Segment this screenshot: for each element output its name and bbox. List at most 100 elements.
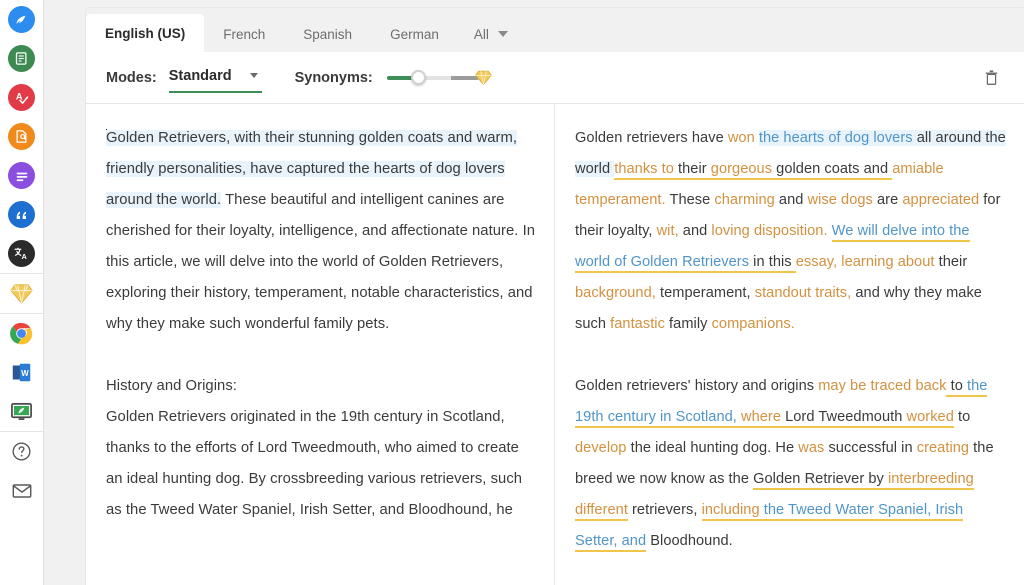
- out-syn-companions[interactable]: companions.: [712, 316, 795, 332]
- tab-english-us[interactable]: English (US): [86, 14, 205, 52]
- out-syn-learning-about[interactable]: learning about: [841, 254, 934, 270]
- mail-icon: [9, 478, 35, 504]
- out-seg: Lord Tweedmouth: [781, 409, 907, 428]
- out-syn-won[interactable]: won: [728, 130, 755, 146]
- translate-icon: A: [8, 240, 35, 267]
- help-icon: [9, 439, 35, 465]
- tab-spanish[interactable]: Spanish: [284, 16, 371, 52]
- out-seg: to: [953, 409, 971, 425]
- tab-all-languages-dropdown[interactable]: All: [458, 16, 522, 52]
- out-seg: their: [673, 161, 711, 180]
- sidebar-item-summarizer[interactable]: [0, 39, 44, 78]
- trash-icon: [985, 70, 997, 85]
- out-syn-including[interactable]: including: [701, 502, 760, 521]
- out-syn-worked[interactable]: worked: [906, 409, 954, 428]
- sidebar-item-premium[interactable]: [0, 274, 44, 313]
- summarizer-icon: [8, 45, 35, 72]
- sidebar-item-chrome-extension[interactable]: [0, 314, 44, 353]
- chevron-down-icon: [249, 73, 258, 78]
- out-syn-loving-disposition[interactable]: loving disposition.: [711, 223, 827, 239]
- out-syn-standout-traits[interactable]: standout traits,: [755, 285, 852, 301]
- out-syn-wit[interactable]: wit,: [657, 223, 679, 239]
- out-syn-background[interactable]: background,: [575, 285, 656, 301]
- out-syn-thanks-to[interactable]: thanks to: [614, 161, 674, 180]
- delete-text-button[interactable]: [976, 63, 1006, 93]
- plagiarism-doc-search-icon: [8, 123, 35, 150]
- out-seg: by: [864, 471, 888, 490]
- out-syn-develop[interactable]: develop: [575, 440, 626, 456]
- rail-footer-group: [0, 432, 43, 510]
- desktop-monitor-icon: [9, 399, 35, 425]
- out-phrase-hearts[interactable]: the hearts of dog lovers: [758, 130, 913, 146]
- ms-word-icon: W: [9, 360, 35, 386]
- premium-diamond-icon: [9, 281, 35, 307]
- out-syn-where[interactable]: where: [741, 409, 781, 428]
- tab-french[interactable]: French: [204, 16, 284, 52]
- sidebar-item-translator[interactable]: A: [0, 234, 44, 273]
- sidebar-item-co-writer[interactable]: [0, 156, 44, 195]
- output-text-pane[interactable]: Golden retrievers have won the hearts of…: [555, 104, 1024, 585]
- out-seg: to: [946, 378, 967, 397]
- input-paragraph-2: Golden Retrievers originated in the 19th…: [106, 409, 523, 518]
- co-writer-lines-icon: [8, 162, 35, 189]
- rail-apps-group: W: [0, 314, 43, 431]
- slider-handle[interactable]: [410, 69, 426, 85]
- out-seg: temperament,: [655, 285, 755, 301]
- left-tool-rail: A A W: [0, 0, 44, 585]
- out-seg: successful in: [824, 440, 917, 456]
- sidebar-item-ms-word-addin[interactable]: W: [0, 353, 44, 392]
- svg-text:W: W: [21, 369, 29, 378]
- modes-label: Modes:: [106, 69, 157, 86]
- input-paragraph-1: Golden Retrievers, with their stunning g…: [106, 123, 536, 340]
- language-tabstrip: English (US) French Spanish German All: [86, 8, 1024, 52]
- mode-selected-value: Standard: [168, 67, 232, 84]
- input-paragraph-1-rest: These beautiful and intelligent canines …: [106, 192, 536, 332]
- tab-german[interactable]: German: [371, 16, 458, 52]
- output-paragraph-1: Golden retrievers have won the hearts of…: [575, 123, 1006, 340]
- premium-diamond-icon: [474, 69, 492, 86]
- out-syn-appreciated[interactable]: appreciated: [902, 192, 979, 208]
- sidebar-item-help[interactable]: [0, 432, 44, 471]
- sidebar-item-citation-generator[interactable]: [0, 195, 44, 234]
- out-phrase-golden-retriever[interactable]: Golden Retriever: [753, 471, 865, 490]
- chrome-icon: [9, 321, 35, 347]
- sidebar-item-mail[interactable]: [0, 471, 44, 510]
- out-seg: the ideal hunting dog. He: [626, 440, 799, 456]
- chevron-down-icon: [497, 31, 508, 37]
- out-syn-creating[interactable]: creating: [917, 440, 969, 456]
- out-seg: retrievers,: [627, 502, 702, 518]
- out-syn-charming[interactable]: charming: [714, 192, 774, 208]
- rail-tools-group: A A: [0, 0, 43, 273]
- out-seg: golden coats and: [772, 161, 893, 180]
- mode-dropdown[interactable]: Standard: [168, 63, 262, 93]
- out-syn-fantastic[interactable]: fantastic: [610, 316, 665, 332]
- synonyms-label: Synonyms:: [294, 69, 373, 86]
- sidebar-item-grammar-checker[interactable]: A: [0, 78, 44, 117]
- grammar-check-icon: A: [8, 84, 35, 111]
- svg-text:A: A: [22, 252, 28, 261]
- out-syn-was[interactable]: was: [798, 440, 824, 456]
- output-paragraph-2: Golden retrievers' history and origins m…: [575, 371, 1006, 557]
- synonyms-slider[interactable]: [386, 66, 492, 90]
- tab-all-label: All: [473, 26, 489, 42]
- out-seg: These: [665, 192, 715, 208]
- input-text-pane[interactable]: Golden Retrievers, with their stunning g…: [86, 104, 555, 585]
- out-seg: Golden retrievers' history and origins: [575, 378, 819, 394]
- out-syn-wise-dogs[interactable]: wise dogs: [808, 192, 873, 208]
- out-syn-gorgeous[interactable]: gorgeous: [710, 161, 773, 180]
- sidebar-item-desktop-app[interactable]: [0, 392, 44, 431]
- editor-split: Golden Retrievers, with their stunning g…: [86, 104, 1024, 585]
- out-syn-essay[interactable]: essay,: [796, 254, 837, 270]
- input-heading-2: History and Origins:: [106, 378, 237, 394]
- out-syn-may-be-traced-back[interactable]: may be traced back: [818, 378, 946, 394]
- out-seg: and: [678, 223, 712, 239]
- quote-icon: [8, 201, 35, 228]
- out-seg: in this: [749, 254, 796, 273]
- modes-toolbar: Modes: Standard Synonyms:: [86, 52, 1024, 104]
- sidebar-item-plagiarism-checker[interactable]: [0, 117, 44, 156]
- out-seg: their: [934, 254, 968, 270]
- workspace: English (US) French Spanish German All M…: [44, 0, 1024, 585]
- quillbot-paraphraser-app: A A W English (US) French Spanish German…: [0, 0, 1024, 585]
- out-seg: family: [664, 316, 712, 332]
- sidebar-item-paraphraser[interactable]: [0, 0, 44, 39]
